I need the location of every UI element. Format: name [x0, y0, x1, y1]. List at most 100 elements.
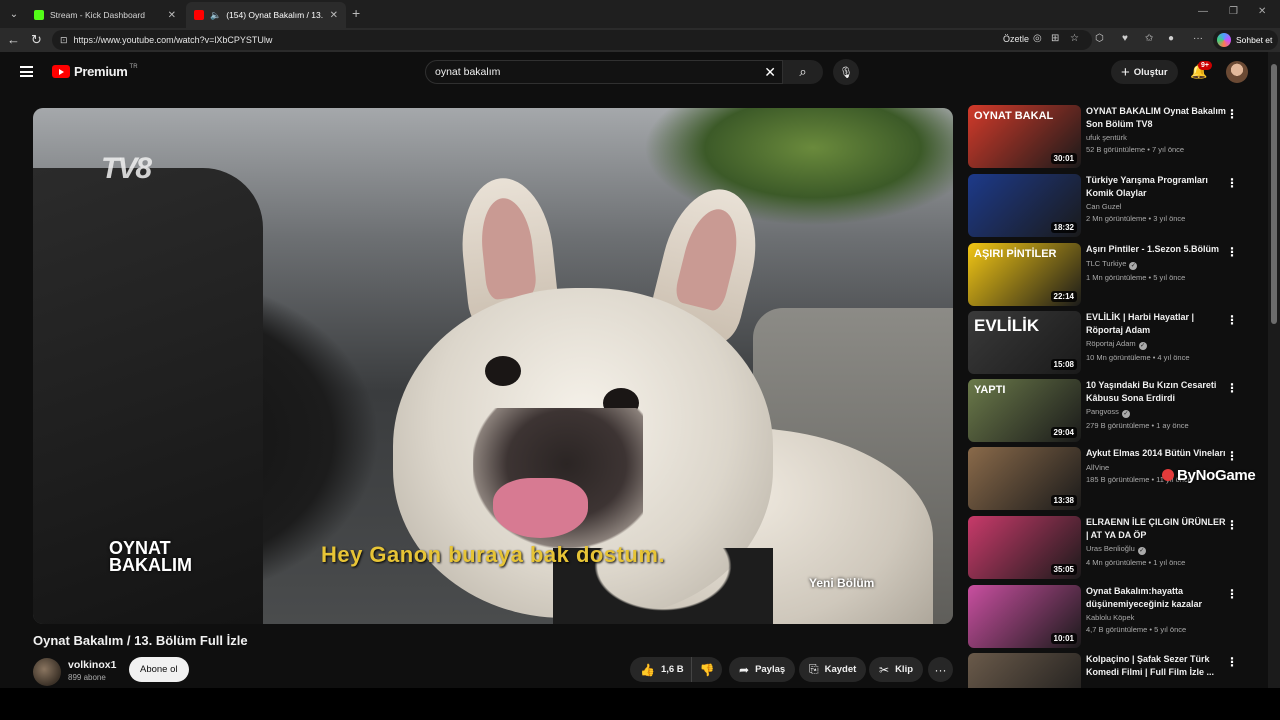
share-button[interactable]: ➦ Paylaş — [729, 657, 796, 682]
recommendation-channel[interactable]: ufuk şentürk — [1086, 133, 1127, 142]
recommendation-item[interactable]: OYNAT BAKAL 30:01 OYNAT BAKALIM Oynat Baka… — [968, 105, 1248, 171]
site-info-icon[interactable]: ⊡ — [60, 35, 68, 46]
recommendation-item[interactable]: 10:01 Oynat Bakalım:hayatta düşünemiyeceğ… — [968, 585, 1248, 651]
recommendation-title[interactable]: Kolpaçino | Şafak Sezer Türk Komedi Film… — [1086, 653, 1226, 678]
copilot-chat-button[interactable]: Sohbet et — [1213, 30, 1279, 50]
more-options-icon[interactable]: ⋮ — [1226, 518, 1238, 532]
recommendation-item[interactable]: 18:32 Türkiye Yarışma Programları Komik O… — [968, 174, 1248, 240]
youtube-play-icon — [52, 65, 70, 78]
summarize-button[interactable]: Özetle — [1003, 34, 1029, 44]
thumbs-down-icon: 👎 — [699, 662, 715, 677]
video-thumbnail[interactable]: AŞIRI PİNTİLER 22:14 — [968, 243, 1081, 306]
close-tab-icon[interactable]: ✕ — [330, 10, 338, 21]
more-options-icon[interactable]: ⋮ — [1226, 655, 1238, 669]
recommendation-item[interactable]: YAPTI 29:04 10 Yaşındaki Bu Kızın Cesareti… — [968, 379, 1248, 445]
duration-badge: 29:04 — [1050, 427, 1077, 438]
clip-button[interactable]: ✂ Klip — [869, 657, 924, 682]
video-thumbnail[interactable]: 10:01 — [968, 585, 1081, 648]
video-thumbnail[interactable]: 18:32 — [968, 174, 1081, 237]
reload-icon[interactable]: ↻ — [31, 32, 42, 48]
recommendation-meta: 4,7 B görüntüleme • 5 yıl önce — [1086, 625, 1187, 634]
search-input[interactable]: oynat bakalım ✕ — [425, 60, 783, 84]
recommendation-channel[interactable]: AllVine — [1086, 463, 1109, 472]
voice-search-button[interactable]: 🎙 — [833, 59, 859, 85]
close-tab-icon[interactable]: ✕ — [168, 10, 176, 21]
account-avatar[interactable] — [1226, 61, 1248, 83]
channel-avatar[interactable] — [33, 658, 61, 686]
recommendation-title[interactable]: OYNAT BAKALIM Oynat Bakalım Son Bölüm TV… — [1086, 105, 1226, 130]
recommendation-channel[interactable]: Uras Benlioğlu — [1086, 544, 1135, 553]
more-options-icon[interactable]: ⋮ — [1226, 245, 1238, 259]
recommendation-title[interactable]: EVLİLİK | Harbi Hayatlar | Röportaj Adam — [1086, 311, 1226, 336]
recommendation-title[interactable]: Oynat Bakalım:hayatta düşünemiyeceğiniz … — [1086, 585, 1226, 610]
tab-kick-dashboard[interactable]: Stream - Kick Dashboard ✕ — [26, 2, 184, 28]
create-button[interactable]: + Oluştur — [1111, 60, 1178, 84]
summarize-icon[interactable]: ◎ — [1033, 33, 1042, 44]
more-options-icon[interactable]: ⋮ — [1226, 449, 1238, 463]
save-button[interactable]: ⎘ Kaydet — [799, 657, 867, 682]
video-player[interactable]: TV8 OYNAT BAKALIM Hey Ganon buraya bak d… — [33, 108, 953, 624]
recommendation-item[interactable]: 35:05 ELRAENN İLE ÇILGIN ÜRÜNLER | AT YA … — [968, 516, 1248, 582]
recommendation-item[interactable]: AŞIRI PİNTİLER 22:14 Aşırı Pintiler - 1.Se… — [968, 243, 1248, 309]
url-field[interactable]: ⊡ https://www.youtube.com/watch?v=lXbCPY… — [52, 30, 1092, 50]
tab-list-icon[interactable]: ⌄ — [4, 4, 24, 24]
minimize-icon[interactable]: — — [1198, 6, 1208, 17]
back-icon[interactable]: ← — [7, 32, 20, 47]
recommendation-title[interactable]: Türkiye Yarışma Programları Komik Olayla… — [1086, 174, 1226, 199]
recommendation-title[interactable]: ELRAENN İLE ÇILGIN ÜRÜNLER | AT YA DA ÖP — [1086, 516, 1226, 541]
youtube-logo[interactable]: Premium TR — [52, 64, 138, 79]
more-options-icon[interactable]: ⋮ — [1226, 381, 1238, 395]
video-thumbnail[interactable]: 13:38 — [968, 447, 1081, 510]
more-options-icon[interactable]: ⋮ — [1226, 107, 1238, 121]
recommendation-channel[interactable]: TLC Turkiye — [1086, 259, 1126, 268]
clear-search-icon[interactable]: ✕ — [764, 64, 776, 81]
hamburger-menu-icon[interactable] — [20, 66, 33, 77]
more-options-icon[interactable]: ⋮ — [1226, 176, 1238, 190]
thumbnail-text: OYNAT BAKAL — [974, 110, 1054, 122]
like-button[interactable]: 👍 1,6 B — [630, 657, 692, 682]
more-actions-icon[interactable]: ··· — [928, 657, 953, 682]
more-menu-icon[interactable]: ··· — [1193, 33, 1203, 44]
recommendation-channel[interactable]: Can Guzel — [1086, 202, 1121, 211]
close-window-icon[interactable]: ✕ — [1258, 6, 1266, 17]
youtube-favicon-icon — [194, 10, 204, 20]
video-subtitle: Hey Ganon buraya bak dostum. — [320, 542, 666, 567]
favorite-star-icon[interactable]: ☆ — [1070, 33, 1079, 44]
profile-icon[interactable]: ● — [1168, 33, 1174, 44]
search-button[interactable]: ⌕ — [783, 60, 823, 84]
extensions-icon[interactable]: ⬡ — [1095, 33, 1104, 44]
recommendation-title[interactable]: Aykut Elmas 2014 Bütün Vineları — [1086, 447, 1226, 460]
video-thumbnail[interactable]: EVLİLİK 15:08 — [968, 311, 1081, 374]
read-mode-icon[interactable]: ⊞ — [1051, 33, 1059, 44]
recommendation-title[interactable]: 10 Yaşındaki Bu Kızın Cesareti Kâbusu So… — [1086, 379, 1226, 404]
video-thumbnail[interactable]: OYNAT BAKAL 30:01 — [968, 105, 1081, 168]
bookmark-icon: ⎘ — [809, 662, 819, 676]
more-options-icon[interactable]: ⋮ — [1226, 587, 1238, 601]
share-label: Paylaş — [755, 664, 786, 675]
copilot-chat-label: Sohbet et — [1236, 35, 1273, 45]
copilot-icon — [1217, 33, 1231, 47]
video-thumbnail[interactable]: 35:05 — [968, 516, 1081, 579]
scissors-icon: ✂ — [879, 662, 890, 677]
browser-essentials-icon[interactable]: ♥ — [1122, 33, 1128, 44]
duration-badge: 30:01 — [1050, 153, 1077, 164]
recommendation-channel[interactable]: Pangvoss — [1086, 407, 1119, 416]
recommendation-channel[interactable]: Röportaj Adam — [1086, 339, 1136, 348]
more-options-icon[interactable]: ⋮ — [1226, 313, 1238, 327]
video-thumbnail[interactable]: YAPTI 29:04 — [968, 379, 1081, 442]
tab-youtube-video[interactable]: 🔈 (154) Oynat Bakalım / 13. Bölü ✕ — [186, 2, 346, 28]
page-scrollbar[interactable] — [1268, 52, 1280, 688]
subscribe-button[interactable]: Abone ol — [129, 657, 189, 682]
tab-title: (154) Oynat Bakalım / 13. Bölü — [226, 10, 325, 20]
new-tab-icon[interactable]: + — [352, 5, 360, 21]
recommendation-channel[interactable]: Kablolu Köpek — [1086, 613, 1134, 622]
channel-name[interactable]: volkinox1 — [68, 659, 116, 671]
recommendation-item[interactable]: EVLİLİK 15:08 EVLİLİK | Harbi Hayatlar | R… — [968, 311, 1248, 377]
maximize-icon[interactable]: ❐ — [1229, 6, 1238, 17]
speaker-icon[interactable]: 🔈 — [210, 10, 221, 21]
scrollbar-thumb[interactable] — [1271, 64, 1277, 324]
recommendation-title[interactable]: Aşırı Pintiler - 1.Sezon 5.Bölüm — [1086, 243, 1226, 256]
browser-tab-bar: ⌄ Stream - Kick Dashboard ✕ 🔈 (154) Oyna… — [0, 0, 1280, 28]
favorites-icon[interactable]: ✩ — [1145, 33, 1153, 44]
dislike-button[interactable]: 👎 — [692, 657, 722, 682]
